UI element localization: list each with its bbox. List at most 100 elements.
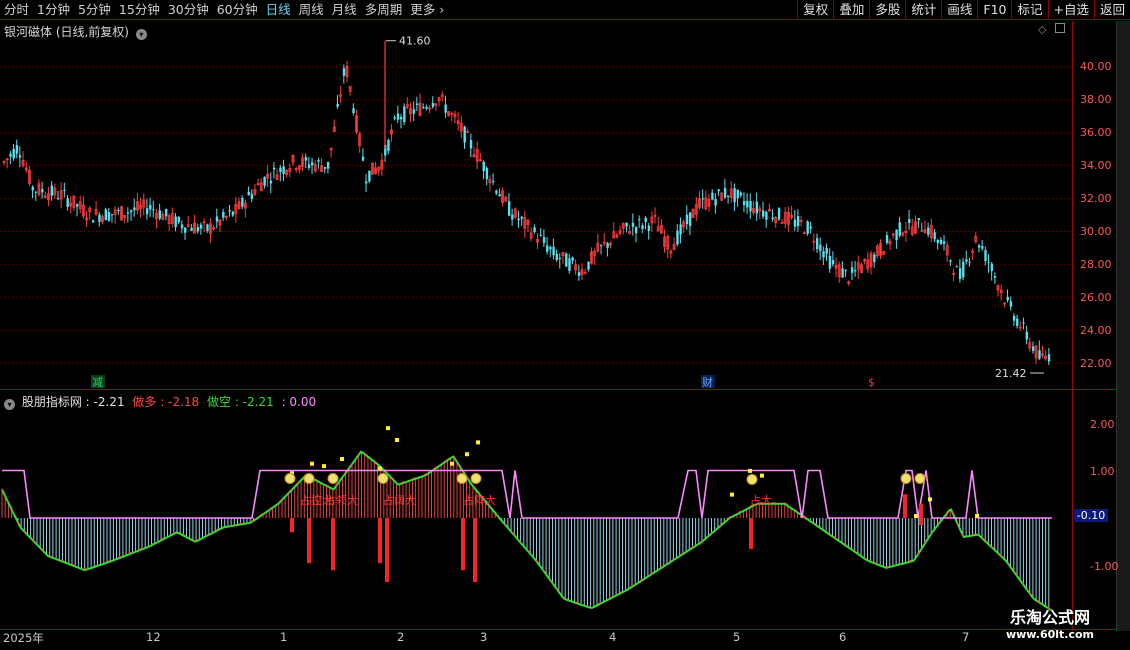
candle-body xyxy=(393,117,397,119)
candle-body xyxy=(352,108,355,114)
candle-body xyxy=(701,198,705,200)
money-bag-icon xyxy=(284,473,296,484)
maximize-icon[interactable] xyxy=(1055,23,1065,33)
tab-more-label: 更多 xyxy=(410,2,436,17)
candle-body xyxy=(1025,331,1028,340)
pane-divider[interactable] xyxy=(0,389,1130,390)
money-bag-icon xyxy=(327,473,339,484)
extra-value: : 0.00 xyxy=(281,395,317,409)
candle-body xyxy=(981,246,984,249)
add-watchlist-button[interactable]: +自选 xyxy=(1047,0,1094,20)
tab-weekly[interactable]: 周线 xyxy=(295,0,328,20)
candle-body xyxy=(98,214,101,222)
tab-multi-period[interactable]: 多周期 xyxy=(361,0,407,20)
signal-dot xyxy=(378,466,382,471)
candle-body xyxy=(56,198,60,200)
tab-daily[interactable]: 日线 xyxy=(262,0,295,20)
chevron-down-icon[interactable]: ▾ xyxy=(4,399,15,410)
candle-body xyxy=(117,209,120,212)
candle-body xyxy=(41,189,44,193)
candle-body xyxy=(368,170,371,182)
date-tick: 5 xyxy=(733,630,741,644)
tab-30min[interactable]: 30分钟 xyxy=(164,0,213,20)
candle-body xyxy=(539,234,543,236)
signal-bar xyxy=(473,518,477,583)
multi-stock-button[interactable]: 多股 xyxy=(869,0,905,20)
candle-body xyxy=(498,194,501,197)
short-value: : -2.21 xyxy=(234,395,274,409)
tab-1min[interactable]: 1分钟 xyxy=(33,0,74,20)
price-tick: 26.00 xyxy=(1080,291,1112,304)
diamond-icon[interactable]: ◇ xyxy=(1038,23,1046,36)
right-axis-line xyxy=(1072,21,1073,631)
candle-body xyxy=(1031,346,1035,351)
candle-body xyxy=(647,225,651,232)
f10-button[interactable]: F10 xyxy=(977,0,1011,20)
date-tick: 4 xyxy=(609,630,617,644)
price-pane[interactable]: 41.60 21.42 减 财 $ 银河磁体 (日线,前复权) ▾ ◇ xyxy=(0,21,1072,389)
candle-body xyxy=(425,106,428,109)
candle-body xyxy=(943,241,946,244)
tab-more[interactable]: 更多 › xyxy=(406,0,448,20)
candle-body xyxy=(482,161,485,172)
candle-body xyxy=(625,222,628,227)
candle-body xyxy=(272,167,276,170)
candle-body xyxy=(777,208,781,220)
candlestick-chart[interactable]: 41.60 21.42 减 财 $ xyxy=(0,21,1072,389)
price-pane-title: 银河磁体 (日线,前复权) ▾ xyxy=(4,23,147,40)
candle-body xyxy=(184,227,187,233)
signal-dot xyxy=(340,457,344,461)
candle-body xyxy=(196,227,200,232)
mark-button[interactable]: 标记 xyxy=(1011,0,1047,20)
candle-body xyxy=(819,244,822,251)
top-toolbar: 分时 1分钟 5分钟 15分钟 30分钟 60分钟 日线 周线 月线 多周期 更… xyxy=(0,0,1130,20)
candle-body xyxy=(126,212,130,214)
candle-body xyxy=(520,216,524,219)
indicator-name[interactable]: 股朋指标网 xyxy=(22,395,82,409)
statistics-button[interactable]: 统计 xyxy=(905,0,941,20)
chevron-down-icon[interactable]: ▾ xyxy=(135,29,147,40)
stock-title: 银河磁体 (日线,前复权) xyxy=(4,25,129,39)
tab-intraday[interactable]: 分时 xyxy=(0,0,33,20)
candle-body xyxy=(1047,354,1051,362)
tab-5min[interactable]: 5分钟 xyxy=(74,0,115,20)
signal-annotation: 占阔大 xyxy=(383,493,416,507)
candle-body xyxy=(12,148,15,159)
candle-body xyxy=(279,167,282,173)
candle-body xyxy=(727,195,730,198)
tab-60min[interactable]: 60分钟 xyxy=(213,0,262,20)
candle-body xyxy=(145,208,149,215)
right-side-strip[interactable] xyxy=(1116,21,1130,631)
candle-body xyxy=(365,181,368,184)
candle-body xyxy=(422,107,425,109)
candle-body xyxy=(958,268,962,280)
candle-body xyxy=(676,230,679,245)
candle-body xyxy=(133,207,136,211)
short-label: 做空 xyxy=(206,395,231,409)
candle-body xyxy=(796,216,800,227)
candle-body xyxy=(939,239,943,245)
candle-body xyxy=(152,209,155,211)
candle-body xyxy=(828,255,832,269)
signal-bar xyxy=(461,518,465,571)
tab-monthly[interactable]: 月线 xyxy=(328,0,361,20)
candle-body xyxy=(507,201,511,216)
candle-body xyxy=(1022,322,1025,324)
back-button[interactable]: 返回 xyxy=(1093,0,1130,20)
candle-body xyxy=(755,201,759,214)
draw-line-button[interactable]: 画线 xyxy=(941,0,977,20)
indicator-pane[interactable]: 占控大 占领大 占阔大 占阵大 占大 ▾ 股朋指标网 : -2.21 做多 : -2.1… xyxy=(0,391,1072,629)
overlay-button[interactable]: 叠加 xyxy=(833,0,869,20)
candle-body xyxy=(511,214,514,220)
candle-body xyxy=(269,180,273,184)
candle-body xyxy=(361,156,365,161)
candle-body xyxy=(634,227,638,234)
indicator-chart[interactable]: 占控大占领大 占阔大 占阵大 占大 xyxy=(0,391,1072,629)
candle-body xyxy=(850,267,854,273)
signal-dot xyxy=(322,464,326,469)
candle-body xyxy=(895,229,898,241)
restore-rights-button[interactable]: 复权 xyxy=(797,0,833,20)
candle-body xyxy=(311,162,314,166)
tab-15min[interactable]: 15分钟 xyxy=(115,0,164,20)
signal-dot xyxy=(450,461,454,466)
